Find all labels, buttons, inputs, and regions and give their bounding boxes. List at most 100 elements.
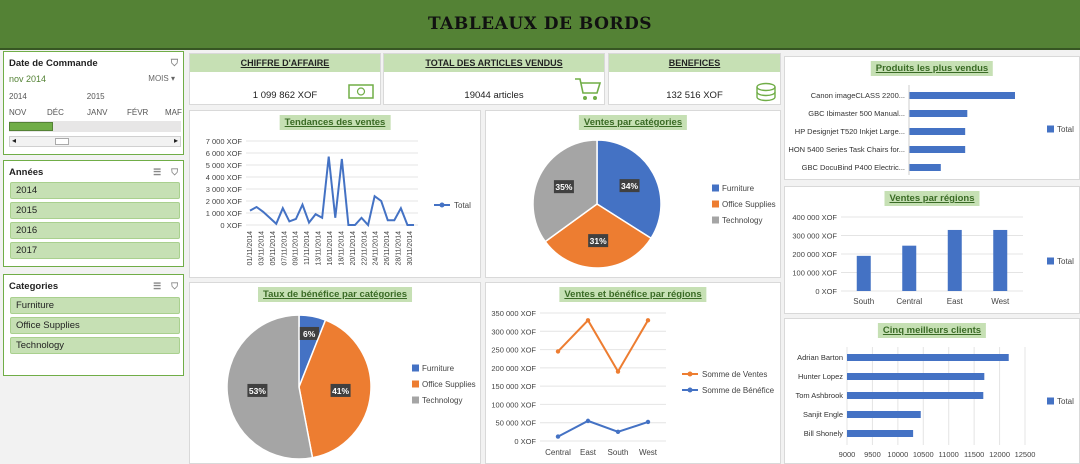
y-tick-label: 300 000 XOF [491, 327, 536, 336]
categories-slicer-item[interactable]: Furniture [10, 297, 180, 314]
region-bar-svg: 0 XOF 100 000 XOF 200 000 XOF 300 000 XOF 40… [792, 213, 1074, 306]
timeline-scrollbar[interactable]: ◂ ▸ [9, 136, 181, 147]
legend-label: Somme de Bénéfice [702, 386, 775, 395]
legend-label: Technology [422, 396, 462, 405]
x-tick-label: West [639, 448, 658, 457]
y-tick-label: 2 000 XOF [206, 197, 243, 206]
years-slicer-item[interactable]: 2015 [10, 202, 180, 219]
timeline-title: Date de Commande [9, 57, 98, 69]
legend-marker [439, 202, 445, 208]
bar [993, 229, 1008, 291]
y-tick-label: 50 000 XOF [496, 419, 537, 428]
profit-category-pie-svg: 6% 41% 53% Furniture Office Supplies Technolo… [226, 314, 476, 460]
chart-title: Cinq meilleurs clients [877, 323, 987, 338]
sales-trend-svg: 0 XOF 1 000 XOF 2 000 XOF 3 000 XOF 4 000 XO… [206, 137, 471, 266]
bar [902, 245, 917, 291]
scroll-thumb[interactable] [55, 138, 69, 145]
x-tick-label: 11000 [939, 450, 959, 459]
bar [909, 110, 968, 117]
chart-profit-rate-by-category: Taux de bénéfice par catégories 6% 41% 53%… [189, 282, 481, 464]
x-tick-label: 30/11/2014 [407, 231, 414, 266]
clear-filter-icon[interactable]: ⛉ [171, 167, 178, 178]
x-tick-label: 01/11/2014 [247, 231, 254, 266]
categories-slicer[interactable]: Categories ☰ ⛉ Furniture Office Supplies … [3, 274, 184, 376]
x-tick-label: 10000 [887, 450, 908, 459]
kpi-label: TOTAL DES ARTICLES VENDUS [384, 54, 604, 72]
x-tick-label: South [853, 297, 874, 306]
kpi-label: CHIFFRE D'AFFAIRE [190, 54, 380, 72]
scroll-right-icon[interactable]: ▸ [174, 136, 178, 145]
legend-swatch [712, 200, 719, 208]
years-slicer-item[interactable]: 2017 [10, 242, 180, 259]
chart-title: Ventes et bénéfice par régions [559, 287, 707, 302]
x-tick-label: 12500 [1015, 450, 1036, 459]
clear-filter-icon[interactable]: ⛉ [171, 281, 178, 292]
timeline-level-dropdown[interactable]: MOIS ▾ [148, 74, 175, 83]
chart-sales-trend: Tendances des ventes 0 XOF 1 000 XOF 2 000… [189, 110, 481, 278]
multi-select-icon[interactable]: ☰ [153, 167, 161, 178]
years-slicer-item[interactable]: 2016 [10, 222, 180, 239]
legend-label: Technology [722, 216, 762, 225]
dashboard: TABLEAUX DE BORDS Date de Commande ⛉ nov… [0, 0, 1080, 464]
years-slicer-item[interactable]: 2014 [10, 182, 180, 199]
categories-slicer-item[interactable]: Technology [10, 337, 180, 354]
y-tick-label: 100 000 XOF [491, 400, 536, 409]
legend-label: Total [1057, 257, 1074, 266]
data-label: 41% [332, 386, 349, 396]
legend-marker [687, 387, 693, 393]
timeline-selected: nov 2014 [9, 74, 47, 84]
categories-slicer-item[interactable]: Office Supplies [10, 317, 180, 334]
series-line [557, 419, 649, 438]
category-label: HON 5400 Series Task Chairs for... [788, 145, 905, 154]
years-slicer[interactable]: Années ☰ ⛉ 2014 2015 2016 2017 [3, 160, 184, 267]
y-tick-label: 7 000 XOF [206, 137, 243, 146]
legend-swatch [412, 364, 419, 372]
sales-category-pie-svg: 34% 31% 35% Furniture Office Supplies Technol… [532, 139, 776, 269]
bar [947, 229, 962, 291]
bar [847, 354, 1009, 361]
timeline-years: 2014 2015 [9, 92, 105, 101]
cart-icon [575, 78, 602, 100]
category-label: GBC DocuBind P400 Electric... [802, 163, 905, 172]
y-tick-label: 150 000 XOF [491, 382, 536, 391]
x-tick-label: 9500 [864, 450, 881, 459]
categories-slicer-title: Categories [9, 280, 59, 292]
multi-select-icon[interactable]: ☰ [153, 281, 161, 292]
category-label: Hunter Lopez [798, 372, 843, 381]
bar [909, 128, 966, 135]
legend-swatch [712, 184, 719, 192]
x-tick-label: Central [545, 448, 571, 457]
y-tick-label: 1 000 XOF [206, 209, 243, 218]
timeline-selected-range[interactable] [9, 122, 53, 131]
date-timeline-slicer[interactable]: Date de Commande ⛉ nov 2014 MOIS ▾ 2014 … [3, 51, 184, 155]
chart-title: Produits les plus vendus [870, 61, 994, 76]
data-point [555, 349, 561, 354]
chart-top-products: Produits les plus vendus Canon imageCLAS… [784, 56, 1080, 180]
chart-top-clients: Cinq meilleurs clients 9000 9500 10000 1050… [784, 318, 1080, 464]
y-tick-label: 100 000 XOF [792, 269, 837, 278]
kpi-label: BENEFICES [609, 54, 780, 72]
x-tick-label: Central [896, 297, 922, 306]
x-tick-label: 16/11/2014 [327, 231, 334, 266]
x-tick-label: 03/11/2014 [258, 231, 265, 266]
x-tick-label: 9000 [839, 450, 856, 459]
scroll-left-icon[interactable]: ◂ [12, 136, 16, 145]
chart-title: Ventes par catégories [578, 115, 688, 130]
x-tick-label: 18/11/2014 [338, 231, 345, 266]
legend-label: Office Supplies [422, 380, 476, 389]
x-tick-label: South [608, 448, 629, 457]
data-label: 35% [555, 182, 572, 192]
category-label: Adrian Barton [797, 353, 843, 362]
data-label: 31% [590, 236, 607, 246]
x-tick-label: 05/11/2014 [270, 231, 277, 266]
clear-filter-icon[interactable]: ⛉ [171, 58, 178, 69]
x-tick-label: East [947, 297, 964, 306]
legend-marker [687, 371, 693, 377]
timeline-bar[interactable] [9, 121, 181, 132]
y-tick-label: 0 XOF [815, 287, 837, 296]
data-point [555, 434, 561, 439]
bar [847, 392, 984, 399]
data-point [615, 429, 621, 435]
y-tick-label: 4 000 XOF [206, 173, 243, 182]
chart-title: Tendances des ventes [279, 115, 391, 130]
